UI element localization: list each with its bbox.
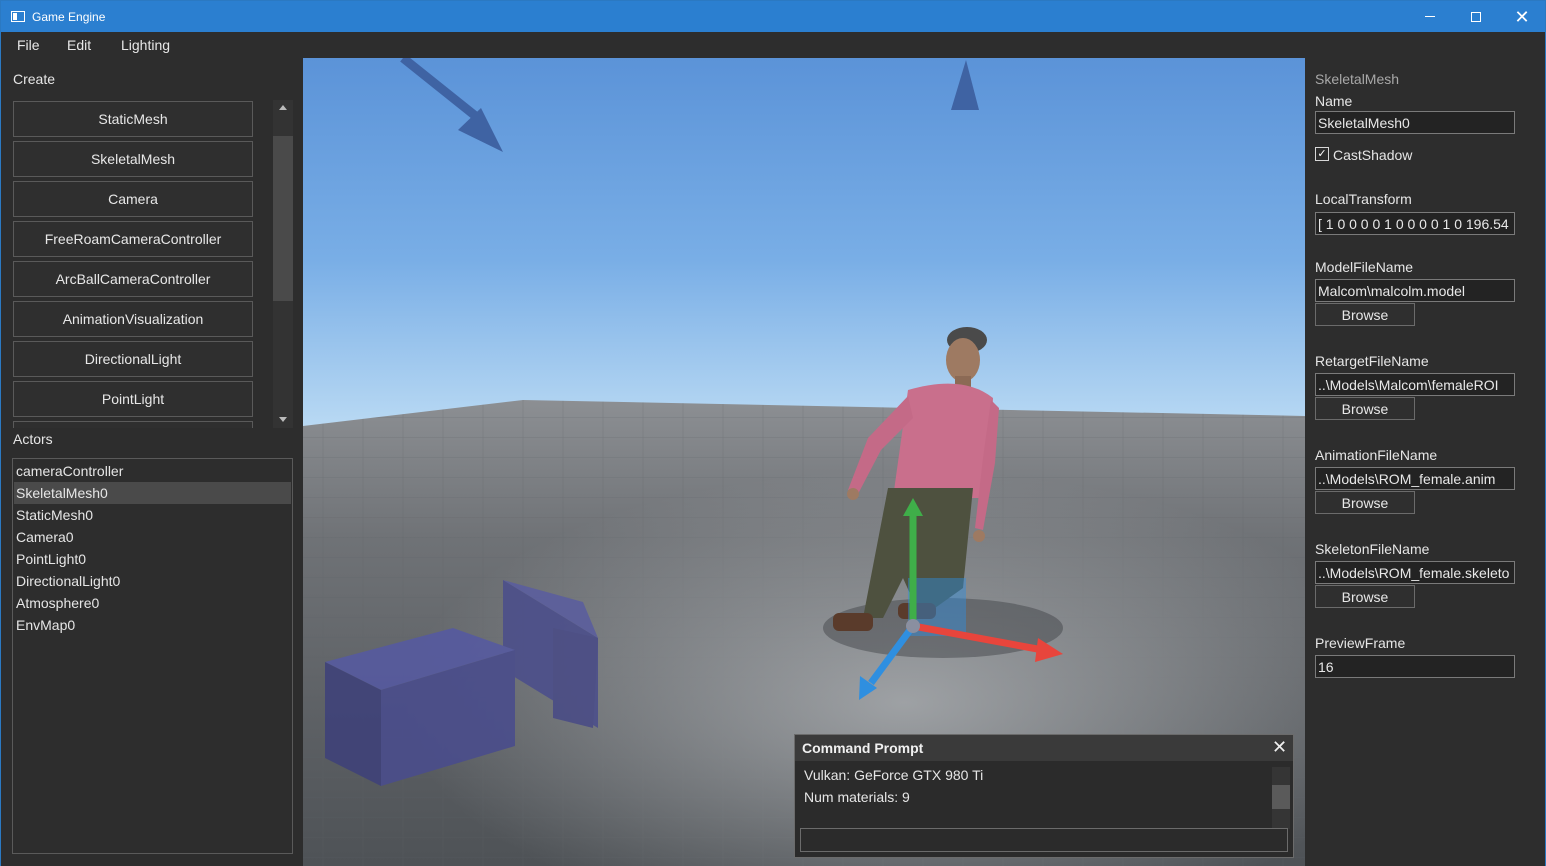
menu-lighting[interactable]: Lighting	[121, 37, 170, 53]
actors-label: Actors	[13, 431, 53, 447]
actor-item-skeletalmesh0[interactable]: SkeletalMesh0	[14, 482, 291, 504]
actor-item-envmap0[interactable]: EnvMap0	[14, 614, 291, 636]
create-next-button-partial[interactable]	[13, 421, 253, 428]
actor-item-cameracontroller[interactable]: cameraController	[14, 460, 291, 482]
menu-bar: File Edit Lighting	[1, 32, 1545, 58]
preview-frame-field[interactable]: 16	[1315, 655, 1515, 678]
create-skeletalmesh-button[interactable]: SkeletalMesh	[13, 141, 253, 177]
point-light-cone-icon	[951, 60, 979, 110]
create-freeroam-camera-controller-button[interactable]: FreeRoamCameraController	[13, 221, 253, 257]
command-output-scrollbar-thumb[interactable]	[1272, 785, 1290, 809]
model-file-label: ModelFileName	[1315, 259, 1414, 275]
command-input[interactable]	[800, 828, 1288, 852]
scroll-up-icon[interactable]	[279, 105, 287, 110]
menu-edit[interactable]: Edit	[67, 37, 91, 53]
actor-list[interactable]: cameraController SkeletalMesh0 StaticMes…	[12, 458, 293, 854]
skeleton-browse-button[interactable]: Browse	[1315, 585, 1415, 608]
app-window: Game Engine ✕ File Edit Lighting Create …	[0, 0, 1546, 866]
actor-item-pointlight0[interactable]: PointLight0	[14, 548, 291, 570]
minimize-button[interactable]	[1407, 1, 1453, 32]
retarget-file-label: RetargetFileName	[1315, 353, 1429, 369]
properties-panel: SkeletalMesh Name SkeletalMesh0 ✓ CastSh…	[1305, 58, 1545, 866]
app-icon	[11, 11, 25, 22]
actor-item-camera0[interactable]: Camera0	[14, 526, 291, 548]
maximize-button[interactable]	[1453, 1, 1499, 32]
left-panel: Create StaticMesh SkeletalMesh Camera Fr…	[1, 58, 303, 866]
create-scrollbar-thumb[interactable]	[273, 136, 293, 301]
directional-light-arrow-icon	[400, 58, 503, 152]
properties-header: SkeletalMesh	[1315, 71, 1400, 87]
actor-item-atmosphere0[interactable]: Atmosphere0	[14, 592, 291, 614]
actor-item-directionallight0[interactable]: DirectionalLight0	[14, 570, 291, 592]
window-title: Game Engine	[32, 10, 106, 24]
create-animation-visualization-button[interactable]: AnimationVisualization	[13, 301, 253, 337]
local-transform-label: LocalTransform	[1315, 191, 1412, 207]
close-icon[interactable]: ✕	[1272, 737, 1287, 758]
retarget-file-field[interactable]: ..\Models\Malcom\femaleROI	[1315, 373, 1515, 396]
create-staticmesh-button[interactable]: StaticMesh	[13, 101, 253, 137]
command-output-scrollbar[interactable]	[1272, 767, 1290, 829]
model-browse-button[interactable]: Browse	[1315, 303, 1415, 326]
command-output-line: Num materials: 9	[804, 789, 910, 805]
command-prompt-title[interactable]: Command Prompt	[795, 735, 1293, 761]
command-output-line: Vulkan: GeForce GTX 980 Ti	[804, 767, 984, 783]
minimize-icon	[1425, 16, 1435, 17]
create-label: Create	[13, 71, 56, 87]
animation-file-field[interactable]: ..\Models\ROM_female.anim	[1315, 467, 1515, 490]
menu-file[interactable]: File	[17, 37, 40, 53]
animation-file-label: AnimationFileName	[1315, 447, 1438, 463]
create-directional-light-button[interactable]: DirectionalLight	[13, 341, 253, 377]
create-scrollbar[interactable]	[273, 100, 293, 428]
maximize-icon	[1471, 11, 1481, 22]
title-bar[interactable]: Game Engine ✕	[1, 1, 1545, 32]
close-icon: ✕	[1514, 6, 1530, 27]
retarget-browse-button[interactable]: Browse	[1315, 397, 1415, 420]
cast-shadow-checkbox[interactable]: ✓	[1315, 147, 1329, 161]
name-label: Name	[1315, 93, 1353, 109]
local-transform-field[interactable]: [ 1 0 0 0 0 1 0 0 0 0 1 0 196.54	[1315, 212, 1515, 235]
model-file-field[interactable]: Malcom\malcolm.model	[1315, 279, 1515, 302]
close-button[interactable]: ✕	[1499, 1, 1545, 32]
cast-shadow-label: CastShadow	[1333, 147, 1413, 163]
actor-item-staticmesh0[interactable]: StaticMesh0	[14, 504, 291, 526]
command-output: Vulkan: GeForce GTX 980 Ti Num materials…	[800, 765, 1290, 829]
skeleton-file-field[interactable]: ..\Models\ROM_female.skeleto	[1315, 561, 1515, 584]
create-arcball-camera-controller-button[interactable]: ArcBallCameraController	[13, 261, 253, 297]
skeleton-file-label: SkeletonFileName	[1315, 541, 1430, 557]
command-prompt: Command Prompt ✕ Vulkan: GeForce GTX 980…	[794, 734, 1294, 858]
preview-frame-label: PreviewFrame	[1315, 635, 1406, 651]
scroll-down-icon[interactable]	[279, 417, 287, 422]
name-field[interactable]: SkeletalMesh0	[1315, 111, 1515, 134]
animation-browse-button[interactable]: Browse	[1315, 491, 1415, 514]
create-camera-button[interactable]: Camera	[13, 181, 253, 217]
create-point-light-button[interactable]: PointLight	[13, 381, 253, 417]
